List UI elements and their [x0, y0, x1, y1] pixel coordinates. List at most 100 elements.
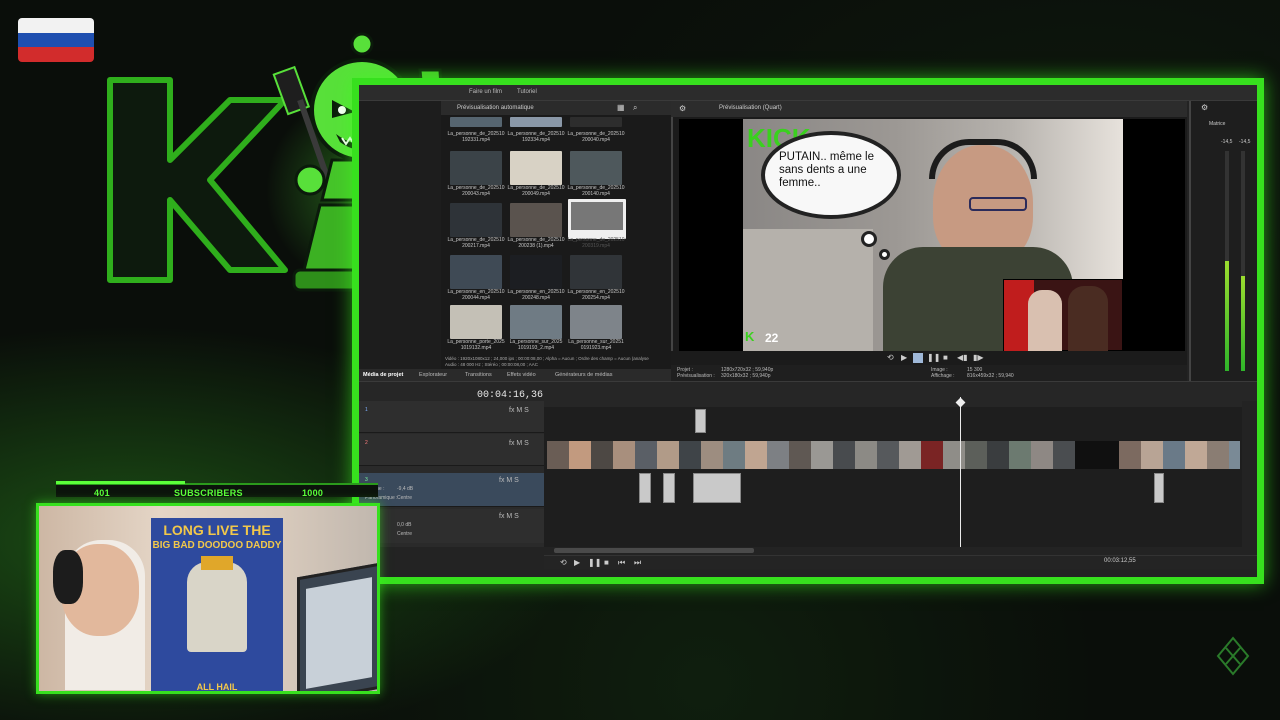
previous-frame-icon[interactable]: ◀▮	[957, 353, 968, 362]
channel-logo-k	[107, 77, 288, 283]
webcam-feed: LONG LIVE THE BIG BAD DOODOO DADDY ALL H…	[36, 503, 380, 694]
russia-flag-icon	[18, 18, 94, 62]
play-icon[interactable]: ▶	[574, 558, 580, 567]
media-filename: La_personne_sur_2025 1019193_2.mp4	[509, 339, 563, 351]
corner-logo-icon	[1216, 636, 1250, 676]
pause-icon[interactable]: ❚❚	[927, 353, 940, 362]
title-clip[interactable]	[695, 409, 706, 433]
tab-project-media[interactable]: Média de projet	[363, 372, 403, 378]
subscriber-count: 401	[94, 488, 110, 498]
media-thumbnail[interactable]	[510, 255, 562, 289]
audio-clip[interactable]	[1154, 473, 1164, 503]
media-thumbnail[interactable]	[450, 255, 502, 289]
tab-video-effects[interactable]: Effets vidéo	[507, 372, 536, 378]
audio-clip[interactable]	[693, 473, 741, 503]
meter-left-value: -14,5	[1221, 139, 1233, 145]
wall-poster: LONG LIVE THE BIG BAD DOODOO DADDY ALL H…	[151, 518, 283, 691]
tab-explorer[interactable]: Explorateur	[419, 372, 447, 378]
go-to-start-icon[interactable]: ⏮	[618, 558, 625, 568]
media-thumbnail[interactable]	[570, 305, 622, 339]
pause-icon[interactable]: ❚❚	[588, 558, 601, 567]
track-header-1[interactable]: 1 fx M S	[359, 401, 544, 433]
media-thumbnail[interactable]	[450, 203, 502, 237]
track-header-4[interactable]: 0,0 dB Centre fx M S	[359, 509, 544, 543]
computer-monitor	[297, 562, 377, 691]
media-filename: La_personne_en_202510 200044.mp4	[447, 289, 505, 301]
settings-gear-icon[interactable]: ⚙	[679, 104, 686, 113]
media-filename: La_personne_de_202510 200043.mp4	[447, 185, 505, 197]
media-thumbnail[interactable]	[450, 305, 502, 339]
preview-toolbar: ⚙ Prévisualisation (Quart)	[671, 101, 1187, 117]
media-filename: La_personne_porte_2025 1019132.mp4	[447, 339, 505, 351]
meter-label: Matrice	[1209, 121, 1226, 127]
media-thumbnail[interactable]	[570, 255, 622, 289]
audio-clip[interactable]	[663, 473, 675, 503]
fx-icon[interactable]: fx M S	[499, 513, 519, 520]
loop-icon[interactable]: ⟲	[560, 558, 567, 567]
media-info: Vidéo : 1920x1080x12 ; 24,000 ips ; 00:0…	[441, 356, 671, 370]
search-icon[interactable]: ⌕	[633, 103, 637, 113]
media-thumbnail[interactable]	[450, 151, 502, 185]
preview-info: Projet : 1280x720x32 ; 59,940p Prévisual…	[671, 365, 1187, 381]
media-thumbnail-selected[interactable]	[568, 199, 626, 239]
playhead[interactable]	[960, 397, 961, 547]
preview-label: Prévisualisation :	[677, 373, 715, 379]
timeline-scrollbar[interactable]	[554, 548, 754, 553]
media-folder-tree[interactable]	[359, 101, 441, 381]
media-filename: La_personne_de_202510 200049.mp4	[507, 185, 565, 197]
subscriber-goal-bar: 401 SUBSCRIBERS 1000	[56, 483, 378, 498]
subscriber-label: SUBSCRIBERS	[174, 488, 243, 498]
audio-meter-panel: ⚙ Matrice -14,5 -14,5	[1189, 101, 1257, 381]
media-thumbnail[interactable]	[570, 117, 622, 127]
fx-icon[interactable]: fx M S	[509, 407, 529, 414]
video-editor-window: Faire un film Tutoriel Prévisualisation …	[359, 85, 1257, 577]
meter-right-value: -14,5	[1239, 139, 1251, 145]
speech-bubble-text: PUTAIN.. même le sans dents a une femme.…	[779, 151, 874, 189]
glasses-icon	[969, 197, 1027, 211]
preview-quality-dropdown[interactable]: Prévisualisation (Quart)	[719, 105, 782, 111]
timeline-timecode: 00:04:16,36	[477, 390, 544, 401]
tutorial-button[interactable]: Tutoriel	[517, 89, 537, 95]
media-thumbnail[interactable]	[450, 117, 502, 127]
go-to-end-icon[interactable]: ⏭	[634, 558, 641, 568]
media-filename: La_personne_de_202510 200040.mp4	[567, 131, 625, 143]
timeline-ruler[interactable]	[544, 397, 1242, 407]
auto-preview-toggle[interactable]: Prévisualisation automatique	[457, 105, 534, 111]
make-movie-button[interactable]: Faire un film	[469, 89, 502, 95]
crown-icon	[201, 556, 233, 570]
display-label: Affichage :	[931, 373, 955, 379]
subscriber-goal: 1000	[302, 488, 324, 498]
stop-icon[interactable]: ■	[604, 558, 609, 567]
settings-gear-icon[interactable]: ⚙	[1201, 103, 1208, 112]
media-filename: La_personne_en_202510 200248.mp4	[507, 289, 565, 301]
media-thumbnail[interactable]	[510, 203, 562, 237]
meter-bar-left	[1225, 151, 1229, 371]
stop-icon[interactable]: ■	[943, 353, 948, 362]
tab-transitions[interactable]: Transitions	[465, 372, 492, 378]
audio-clip[interactable]	[639, 473, 651, 503]
media-filename: La_personne_sur_20251 0191923.mp4	[568, 339, 624, 351]
audio-track[interactable]	[545, 469, 1241, 505]
media-filename: La_personne_de_202510 200319.mp4	[567, 237, 625, 249]
media-thumbnail[interactable]	[510, 117, 562, 127]
video-clip-strip[interactable]	[547, 441, 1240, 469]
fx-icon[interactable]: fx M S	[499, 477, 519, 484]
play-button[interactable]	[913, 353, 923, 363]
next-frame-icon[interactable]: ▮▶	[973, 353, 984, 362]
volume-value: -9,4 dB	[397, 486, 414, 492]
media-filename: La_personne_en_202510 200254.mp4	[567, 289, 625, 301]
view-mode-icon[interactable]: ▦	[617, 103, 625, 112]
play-from-start-icon[interactable]: ▶	[901, 353, 907, 362]
fx-icon[interactable]: fx M S	[509, 440, 529, 447]
tab-media-generators[interactable]: Générateurs de médias	[555, 372, 612, 378]
preview-video-frame: KICK PUTAIN.. même le sans dents a une f…	[743, 119, 1123, 351]
media-filename: La_personne_de_202510 192331.mp4	[447, 131, 505, 143]
media-thumbnail[interactable]	[510, 305, 562, 339]
track-header-2[interactable]: 2 fx M S	[359, 434, 544, 466]
media-thumbnail[interactable]	[510, 151, 562, 185]
pan-value: Centre	[397, 495, 413, 501]
loop-icon[interactable]: ⟲	[887, 353, 894, 362]
track-header-3[interactable]: 3 Volume : -9,4 dB Panoramique : Centre …	[359, 473, 544, 507]
media-thumbnail[interactable]	[570, 151, 622, 185]
poster-figure	[187, 562, 247, 652]
